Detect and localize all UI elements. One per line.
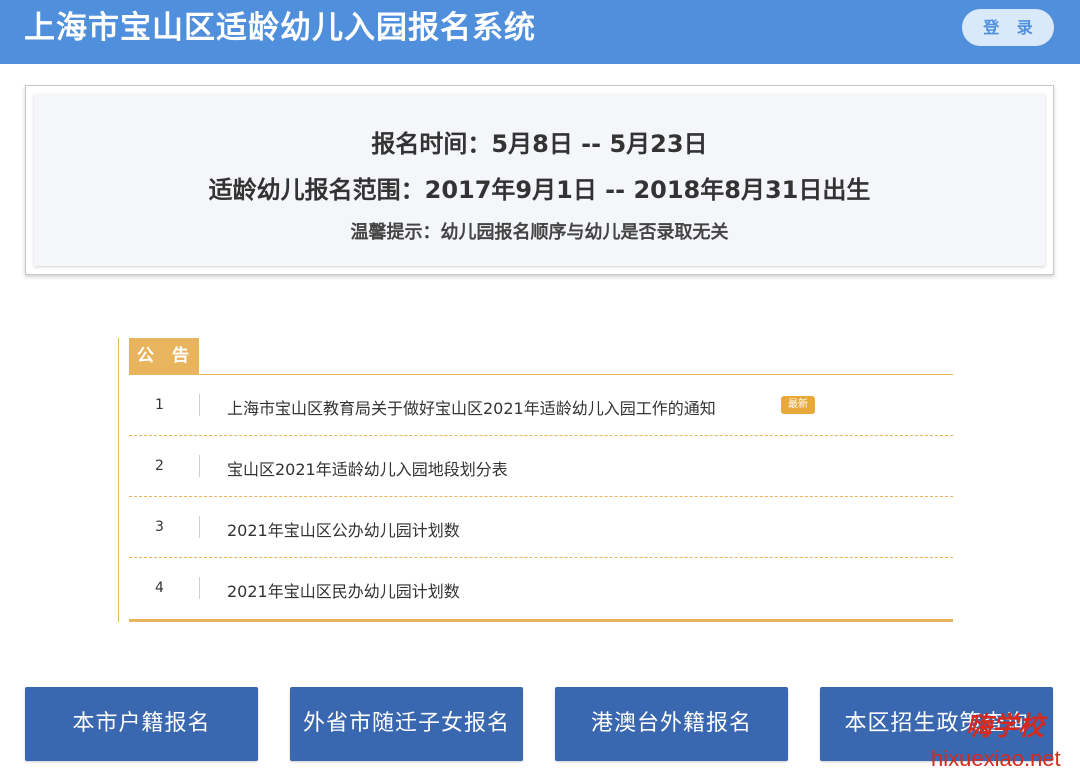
site-title: 上海市宝山区适龄幼儿入园报名系统 xyxy=(24,10,536,46)
notice-item-separator xyxy=(199,516,200,538)
notice-item-title[interactable]: 宝山区2021年适龄幼儿入园地段划分表 xyxy=(227,456,508,480)
notice-item-title[interactable]: 上海市宝山区教育局关于做好宝山区2021年适龄幼儿入园工作的通知 xyxy=(227,395,716,419)
new-badge: 最新 xyxy=(781,396,815,414)
notice-item-number: 4 xyxy=(155,580,164,596)
registration-info-panel: 报名时间：5月8日 -- 5月23日 适龄幼儿报名范围：2017年9月1日 --… xyxy=(25,85,1054,275)
notice-list: 1 上海市宝山区教育局关于做好宝山区2021年适龄幼儿入园工作的通知 最新 2 … xyxy=(129,375,953,619)
eligible-birth-range: 适龄幼儿报名范围：2017年9月1日 -- 2018年8月31日出生 xyxy=(208,176,871,204)
notice-item-number: 2 xyxy=(155,458,164,474)
notice-item-separator xyxy=(199,577,200,599)
watermark-logo: 嗨学校 xyxy=(966,712,1045,742)
hk-macau-tw-foreign-registration-button[interactable]: 港澳台外籍报名 xyxy=(555,687,788,761)
notice-item-2[interactable]: 2 宝山区2021年适龄幼儿入园地段划分表 xyxy=(129,436,953,497)
notice-tab: 公 告 xyxy=(129,338,199,374)
reminder-text: 温馨提示：幼儿园报名顺序与幼儿是否录取无关 xyxy=(350,222,729,243)
notice-item-1[interactable]: 1 上海市宝山区教育局关于做好宝山区2021年适龄幼儿入园工作的通知 最新 xyxy=(129,375,953,436)
notice-item-title[interactable]: 2021年宝山区公办幼儿园计划数 xyxy=(227,517,460,541)
registration-info-card: 报名时间：5月8日 -- 5月23日 适龄幼儿报名范围：2017年9月1日 --… xyxy=(34,94,1045,266)
notice-item-separator xyxy=(199,455,200,477)
local-registration-button[interactable]: 本市户籍报名 xyxy=(25,687,258,761)
notice-item-3[interactable]: 3 2021年宝山区公办幼儿园计划数 xyxy=(129,497,953,558)
notice-item-title[interactable]: 2021年宝山区民办幼儿园计划数 xyxy=(227,578,460,602)
migrant-children-registration-button[interactable]: 外省市随迁子女报名 xyxy=(290,687,523,761)
notice-item-number: 3 xyxy=(155,519,164,535)
header-bar: 上海市宝山区适龄幼儿入园报名系统 登 录 xyxy=(0,0,1080,64)
notice-bottom-border xyxy=(129,619,953,622)
login-button[interactable]: 登 录 xyxy=(962,9,1054,46)
notice-item-number: 1 xyxy=(155,397,164,413)
notice-item-separator xyxy=(199,394,200,416)
notice-board: 公 告 1 上海市宝山区教育局关于做好宝山区2021年适龄幼儿入园工作的通知 最… xyxy=(118,338,953,622)
watermark-url: hixuexiao.net xyxy=(931,746,1061,771)
registration-period: 报名时间：5月8日 -- 5月23日 xyxy=(371,130,708,158)
notice-item-4[interactable]: 4 2021年宝山区民办幼儿园计划数 xyxy=(129,558,953,619)
